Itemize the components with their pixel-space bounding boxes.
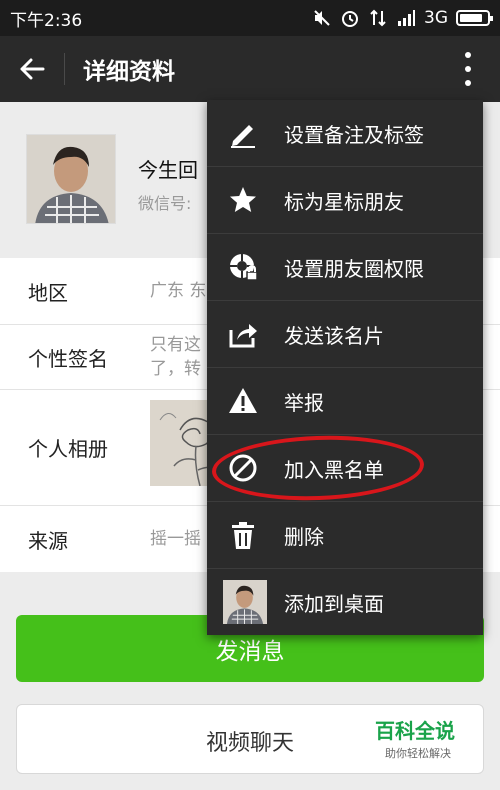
pencil-icon — [231, 125, 255, 148]
nickname: 今生回 — [138, 158, 198, 182]
menu-item-label: 删除 — [284, 524, 324, 549]
page-title: 详细资料 — [83, 59, 175, 85]
share-icon — [229, 324, 257, 348]
status-icons: 3G — [312, 8, 493, 28]
signature-label: 个性签名 — [28, 346, 108, 371]
menu-item-label: 发送该名片 — [284, 323, 384, 348]
warning-icon — [229, 388, 257, 413]
menu-item-label: 添加到桌面 — [284, 592, 384, 616]
back-button[interactable] — [0, 36, 64, 102]
signal-icon — [398, 10, 415, 26]
source-value: 摇一摇 — [150, 529, 201, 549]
menu-item-set-remark[interactable]: 设置备注及标签 — [207, 100, 483, 167]
signature-line-1: 只有这 — [150, 335, 201, 355]
battery-icon — [456, 10, 493, 26]
wechat-id-label: 微信号: — [138, 194, 192, 213]
data-transfer-icon — [370, 9, 386, 27]
album-label: 个人相册 — [28, 437, 108, 461]
star-icon — [230, 187, 256, 212]
region-label: 地区 — [28, 280, 68, 305]
video-call-button[interactable]: 视频聊天 百科全说 助你轻松解决 — [16, 704, 484, 774]
signature-line-2: 了，转 — [150, 359, 201, 379]
menu-item-label: 举报 — [284, 390, 324, 415]
menu-item-star-friend[interactable]: 标为星标朋友 — [207, 167, 483, 234]
title-divider — [64, 53, 65, 85]
alarm-icon — [342, 11, 358, 27]
avatar-thumbnail — [223, 580, 267, 624]
watermark-title: 百科全说 — [375, 719, 455, 743]
more-options-button[interactable] — [458, 52, 478, 86]
overflow-menu: 设置备注及标签 标为星标朋友 设置朋友圈权限 发送该名片 举报 加入黑名单 删除 — [207, 100, 483, 635]
menu-item-label: 设置备注及标签 — [284, 122, 424, 147]
menu-item-label: 标为星标朋友 — [284, 189, 404, 214]
status-bar: 下午2:36 3G — [0, 0, 500, 36]
menu-item-label: 设置朋友圈权限 — [284, 256, 424, 281]
watermark-subtitle: 助你轻松解决 — [385, 747, 451, 760]
network-type: 3G — [424, 8, 448, 28]
menu-item-send-card[interactable]: 发送该名片 — [207, 301, 483, 368]
signature-value: 只有这 了，转 — [150, 333, 201, 381]
avatar-photo-small — [223, 580, 267, 624]
mute-icon — [314, 10, 330, 26]
status-time: 下午2:36 — [10, 10, 83, 31]
title-bar: 详细资料 — [0, 36, 500, 102]
menu-item-add-to-desktop[interactable]: 添加到桌面 — [207, 569, 483, 636]
menu-item-delete[interactable]: 删除 — [207, 502, 483, 569]
camera-lock-icon — [230, 254, 258, 281]
region-value: 广东 东 — [150, 281, 207, 301]
avatar-photo — [27, 135, 115, 223]
menu-item-moments-permission[interactable]: 设置朋友圈权限 — [207, 234, 483, 301]
source-label: 来源 — [28, 528, 68, 553]
back-arrow-icon — [20, 58, 45, 80]
trash-icon — [232, 522, 254, 549]
menu-item-report[interactable]: 举报 — [207, 368, 483, 435]
avatar[interactable] — [26, 134, 116, 224]
